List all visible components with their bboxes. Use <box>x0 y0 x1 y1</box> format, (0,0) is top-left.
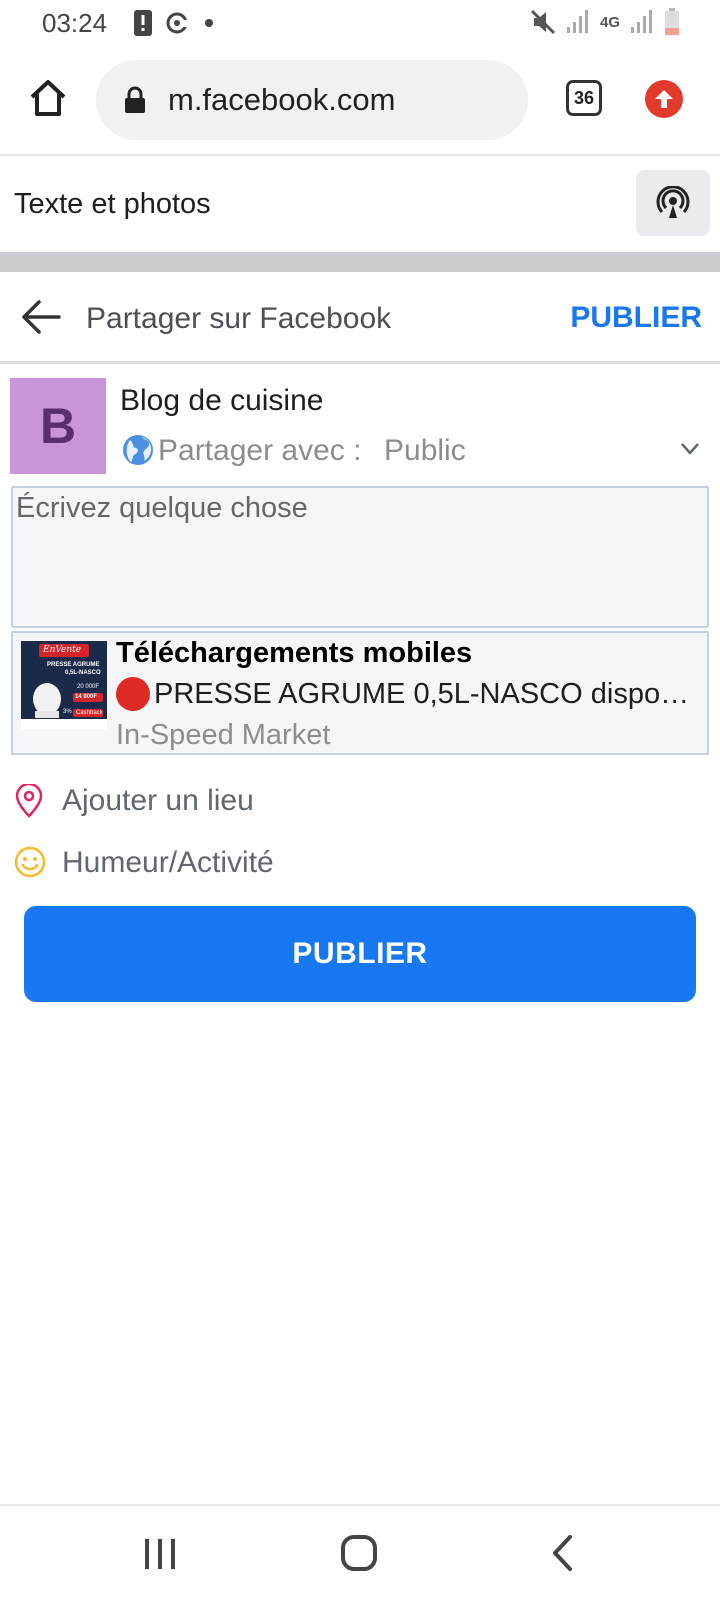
thumb-line2: 0,5L-NASCO <box>65 670 101 676</box>
publish-button[interactable]: PUBLIER <box>24 906 696 1002</box>
thumb-badge-percent: 3% <box>63 709 72 715</box>
subheader: Texte et photos <box>0 158 720 252</box>
mute-icon <box>530 9 556 35</box>
home-button[interactable] <box>26 76 70 120</box>
status-bar: 03:24 4G <box>0 0 720 46</box>
link-source: In-Speed Market <box>116 719 331 751</box>
privacy-value: Public <box>384 434 466 467</box>
status-time: 03:24 <box>42 8 108 38</box>
share-podcast-button[interactable] <box>636 170 710 236</box>
nav-back-icon[interactable] <box>550 1534 574 1572</box>
page-title: Partager sur Facebook <box>86 302 392 335</box>
red-circle-icon <box>116 677 150 711</box>
url-text: m.facebook.com <box>168 82 396 117</box>
thumb-brand: EnVente <box>43 645 82 655</box>
mood-activity-label: Humeur/Activité <box>62 846 274 879</box>
lock-icon <box>125 86 145 113</box>
status-right-icons: 4G <box>530 8 680 36</box>
tabs-button[interactable]: 36 <box>566 80 602 116</box>
page-header: Partager sur Facebook PUBLIER <box>0 272 720 364</box>
subheader-title: Texte et photos <box>14 188 211 220</box>
system-nav-bar <box>0 1504 720 1600</box>
link-preview-card[interactable]: EnVente PRESSE AGRUME 0,5L-NASCO 20 000F… <box>11 631 709 755</box>
dot-icon <box>205 19 213 27</box>
thumb-new-price: 14 000F <box>75 694 98 700</box>
tab-count: 36 <box>573 87 595 108</box>
mood-activity-option[interactable]: Humeur/Activité <box>0 834 720 890</box>
signal-icon <box>566 10 588 33</box>
home-icon <box>30 80 66 116</box>
link-title: Téléchargements mobiles <box>116 637 473 669</box>
privacy-label: Partager avec : <box>158 434 362 467</box>
network-type: 4G <box>599 13 620 31</box>
link-thumbnail: EnVente PRESSE AGRUME 0,5L-NASCO 20 000F… <box>21 641 107 729</box>
sync-icon <box>166 12 190 34</box>
alert-icon <box>134 10 152 36</box>
nav-home-icon[interactable] <box>340 1534 378 1572</box>
avatar: B <box>10 378 106 474</box>
header-publish-button[interactable]: PUBLIER <box>570 301 702 335</box>
update-icon <box>655 90 673 108</box>
privacy-selector[interactable]: Partager avec : Public <box>120 430 710 470</box>
address-bar[interactable]: m.facebook.com <box>96 60 528 140</box>
globe-icon <box>123 435 153 465</box>
add-location-option[interactable]: Ajouter un lieu <box>0 772 720 828</box>
battery-icon <box>665 8 679 35</box>
location-pin-icon <box>15 784 43 818</box>
signal-icon-2 <box>631 10 652 33</box>
link-description: PRESSE AGRUME 0,5L-NASCO disponible <box>116 677 702 711</box>
share-podcast-icon <box>656 186 690 218</box>
link-description-text: PRESSE AGRUME 0,5L-NASCO disponible <box>154 677 702 710</box>
section-divider <box>0 252 720 272</box>
avatar-letter: B <box>39 398 77 454</box>
thumb-old-price: 20 000F <box>77 684 100 690</box>
page-name: Blog de cuisine <box>120 384 324 417</box>
thumb-line1: PRESSE AGRUME <box>47 662 100 668</box>
back-button[interactable] <box>20 298 62 336</box>
status-left-icons <box>134 10 214 36</box>
chevron-down-icon <box>681 443 699 455</box>
thumb-badge: Cashback <box>76 710 103 716</box>
post-text-input[interactable]: Écrivez quelque chose <box>11 486 709 628</box>
add-location-label: Ajouter un lieu <box>62 784 254 817</box>
arrow-left-icon <box>22 300 61 334</box>
update-button[interactable] <box>645 80 683 118</box>
browser-toolbar: m.facebook.com 36 <box>0 46 720 156</box>
recent-apps-icon[interactable] <box>142 1536 178 1572</box>
post-text-placeholder: Écrivez quelque chose <box>16 492 308 524</box>
smiley-icon <box>14 846 46 878</box>
